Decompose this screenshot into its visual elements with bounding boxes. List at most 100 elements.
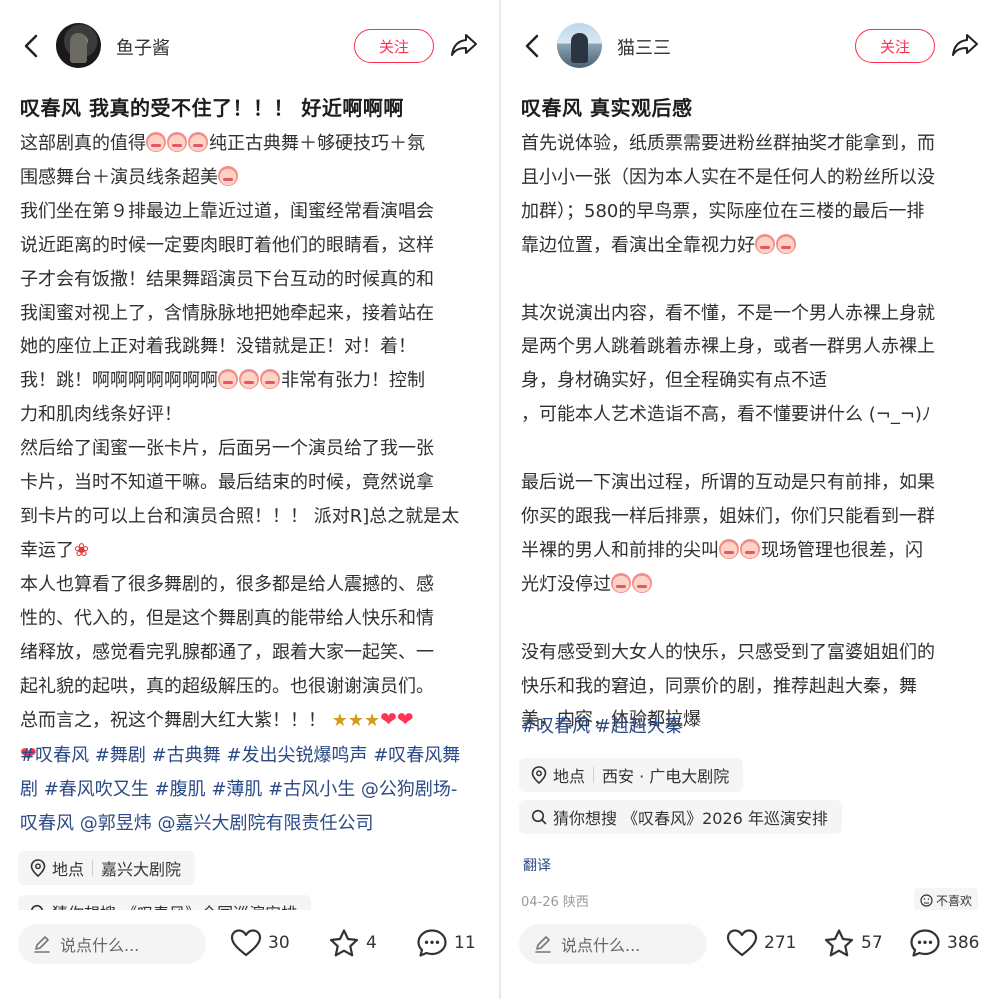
body-line: 起礼貌的起哄，真的超级解压的。也很谢谢演员们。 <box>20 670 480 704</box>
favorite-count: 57 <box>861 933 883 953</box>
star-icon <box>824 929 854 957</box>
translate-link[interactable]: 翻译 <box>523 855 551 875</box>
body-line: 身，身材确实好，但全程确实有点不适 <box>521 364 981 398</box>
body-line: 这部剧真的值得 纯正古典舞＋够硬技巧＋氛 <box>20 127 480 161</box>
emoji-icon <box>755 233 775 254</box>
favorite-button[interactable]: 57 <box>823 928 883 958</box>
body-line: 是两个男人跳着跳着赤裸上身，或者一群男人赤裸上 <box>521 330 981 364</box>
like-button[interactable]: 30 <box>230 928 290 958</box>
emoji-icon <box>167 132 187 152</box>
back-arrow-icon[interactable] <box>20 30 44 62</box>
body-line: 且小小一张（因为本人实在不是任何人的粉丝所以没 <box>521 161 981 195</box>
hashtag-line[interactable]: #叹春风 #舞剧 #古典舞 #发出尖锐爆鸣声 #叹春风舞 <box>20 739 480 773</box>
body-text-segment: 力和肌肉线条好评！ <box>20 404 182 426</box>
right-post-panel: 猫三三 关注 叹春风 真实观后感 首先说体验，纸质票需要进粉丝群抽奖才能拿到，而… <box>501 0 1000 999</box>
emoji-icon <box>740 538 760 559</box>
body-text-segment: 加群）；580的早鸟票，实际座位在三楼的最后一排 <box>521 200 925 222</box>
body-line: 她的座位上正对着我跳舞！没错就是正！对！着！ <box>20 330 480 364</box>
location-value: 西安 · 广电大剧院 <box>602 767 730 786</box>
location-label: 地点 <box>52 860 85 879</box>
author-name[interactable]: 猫三三 <box>617 34 671 60</box>
back-arrow-icon[interactable] <box>521 30 545 62</box>
body-line: 加群）；580的早鸟票，实际座位在三楼的最后一排 <box>521 195 981 229</box>
body-line: 你买的跟我一样后排票，姐妹们，你们只能看到一群 <box>521 500 981 534</box>
heart-icon <box>230 929 262 957</box>
emoji-icon <box>188 132 208 152</box>
hashtag-line[interactable]: #叹春风 #赳赳大秦 <box>521 710 981 744</box>
author-name[interactable]: 鱼子酱 <box>116 34 170 60</box>
party-popper-icon: ★ <box>331 710 348 732</box>
follow-button[interactable]: 关注 <box>354 29 434 63</box>
emoji-icon <box>920 893 933 907</box>
comment-button[interactable]: 11 <box>416 928 476 958</box>
body-text-segment: 首先说体验，纸质票需要进粉丝群抽奖才能拿到，而 <box>521 133 935 154</box>
body-line: 首先说体验，纸质票需要进粉丝群抽奖才能拿到，而 <box>521 127 981 161</box>
body-text-segment: 半裸的男人和前排的尖叫 <box>521 539 719 561</box>
share-icon[interactable] <box>450 32 478 58</box>
heart-icon <box>726 929 758 957</box>
emoji-icon <box>776 233 796 254</box>
body-text-segment <box>521 608 527 629</box>
comment-input[interactable]: 说点什么... <box>18 924 206 964</box>
body-line <box>521 263 981 297</box>
body-line: 围感舞台＋演员线条超美 <box>20 161 480 195</box>
bottom-action-bar: 说点什么... 271 57 386 <box>501 910 1000 999</box>
body-text-segment <box>521 269 527 290</box>
body-text-segment: 她的座位上正对着我跳舞！没错就是正！对！着！ <box>20 336 416 358</box>
comment-placeholder: 说点什么... <box>561 936 641 955</box>
body-line: 其次说演出内容，看不懂，不是一个男人赤裸上身就 <box>521 297 981 331</box>
body-text-segment: 光灯没停过 <box>521 573 611 595</box>
location-chip[interactable]: 地点 嘉兴大剧院 <box>18 851 196 885</box>
body-line: 没有感受到大女人的快乐，只感受到了富婆姐姐们的 <box>521 636 981 670</box>
avatar[interactable] <box>557 23 602 68</box>
dislike-button[interactable]: 不喜欢 <box>913 888 978 912</box>
related-search-chip[interactable]: 猜你想搜 《叹春风》2026 年巡演安排 <box>519 800 842 834</box>
chip-separator <box>92 860 94 876</box>
body-text-segment: 卡片，当时不知道干嘛。最后结束的时候，竟然说拿 <box>20 472 434 494</box>
hashtag-line[interactable]: 叹春风 @郭昱炜 @嘉兴大剧院有限责任公司 <box>20 807 480 841</box>
body-text-segment: 围感舞台＋演员线条超美 <box>20 166 218 188</box>
body-line: 最后说一下演出过程，所谓的互动是只有前排，如果 <box>521 466 981 500</box>
body-line: 我闺蜜对视上了，含情脉脉地把她牵起来，接着站在 <box>20 297 480 331</box>
favorite-button[interactable]: 4 <box>328 928 377 958</box>
body-text-segment <box>521 438 527 459</box>
post-body: 这部剧真的值得 纯正古典舞＋够硬技巧＋氛围感舞台＋演员线条超美我们坐在第９排最边上… <box>20 127 480 773</box>
body-text-segment: 是两个男人跳着跳着赤裸上身，或者一群男人赤裸上 <box>521 336 935 358</box>
location-value: 嘉兴大剧院 <box>101 860 182 879</box>
like-button[interactable]: 271 <box>726 928 796 958</box>
body-text-segment: 说近距离的时候一定要肉眼盯着他们的眼睛看，这样 <box>20 234 434 256</box>
body-text-segment: 身，身材确实好，但全程确实有点不适 <box>521 370 827 392</box>
body-text-segment: 然后给了闺蜜一张卡片，后面另一个演员给了我一张 <box>20 438 434 460</box>
body-text-segment: 总而言之，祝这个舞剧大红大紫！！！ <box>20 710 332 732</box>
post-title: 叹春风 真实观后感 <box>521 96 693 120</box>
body-text-segment: 我闺蜜对视上了，含情脉脉地把她牵起来，接着站在 <box>20 302 434 324</box>
body-line: 到卡片的可以上台和演员合照！！！ 派对R]总之就是太 <box>20 500 480 534</box>
emoji-icon <box>611 572 631 593</box>
hashtag-line[interactable]: 剧 #春风吹又生 #腹肌 #薄肌 #古风小生 @公狗剧场- <box>20 773 480 807</box>
body-text-segment: 你买的跟我一样后排票，姐妹们，你们只能看到一群 <box>521 505 935 527</box>
post-header: 猫三三 关注 <box>501 0 1000 92</box>
pencil-icon <box>535 936 551 953</box>
comment-button[interactable]: 386 <box>909 928 979 958</box>
body-text-segment: 这部剧真的值得 <box>20 133 146 154</box>
body-text-segment: 快乐和我的窘迫，同票价的剧，推荐赳赳大秦，舞 <box>521 675 917 697</box>
share-icon[interactable] <box>951 32 979 58</box>
body-text-segment: 非常有张力！控制 <box>281 370 425 392</box>
like-count: 30 <box>268 933 290 953</box>
location-chip[interactable]: 地点 西安 · 广电大剧院 <box>519 758 744 792</box>
post-title: 叹春风 我真的受不住了！！！ 好近啊啊啊 <box>20 96 404 120</box>
emoji-icon <box>146 132 166 152</box>
body-line: 我！跳！啊啊啊啊啊啊啊 非常有张力！控制 <box>20 364 480 398</box>
body-text-segment: 靠边位置，看演出全靠视力好 <box>521 234 755 256</box>
avatar[interactable] <box>56 23 101 68</box>
comment-placeholder: 说点什么... <box>60 936 140 955</box>
body-line: 半裸的男人和前排的尖叫 现场管理也很差，闪 <box>521 534 981 568</box>
party-popper-icon: ★ <box>347 710 365 732</box>
comment-count: 386 <box>947 933 980 953</box>
star-icon <box>329 929 359 957</box>
body-line: 我们坐在第９排最边上靠近过道，闺蜜经常看演唱会 <box>20 195 480 229</box>
follow-button[interactable]: 关注 <box>855 29 935 63</box>
body-line: 绪释放，感觉看完乳腺都通了，跟着大家一起笑、一 <box>20 636 480 670</box>
comment-input[interactable]: 说点什么... <box>519 924 707 964</box>
body-line <box>521 432 981 466</box>
